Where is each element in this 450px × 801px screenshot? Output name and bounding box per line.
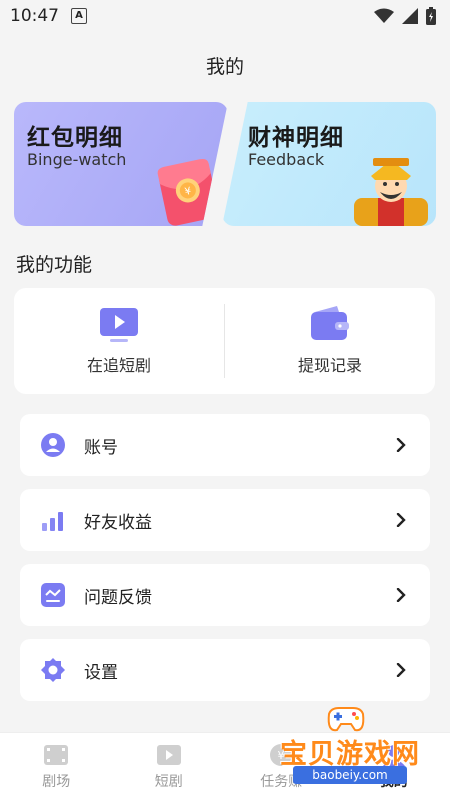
chevron-right-icon — [394, 588, 408, 602]
menu-label: 问题反馈 — [84, 583, 394, 608]
banner-subtitle: Binge-watch — [27, 150, 126, 169]
tab-theater[interactable]: 剧场 — [0, 733, 113, 801]
binge-watching-entry[interactable]: 在追短剧 — [14, 306, 224, 376]
banner-subtitle: Feedback — [248, 150, 324, 169]
menu-item-settings[interactable]: 设置 — [20, 639, 430, 701]
film-icon — [43, 743, 69, 767]
watermark-logo: 宝贝游戏网 baobeiy.com — [275, 704, 425, 784]
battery-icon — [426, 7, 436, 25]
menu-label: 设置 — [84, 658, 394, 683]
tab-short-drama[interactable]: 短剧 — [113, 733, 226, 801]
chevron-right-icon — [394, 663, 408, 677]
wallet-icon — [309, 306, 351, 344]
menu-item-friend-earnings[interactable]: 好友收益 — [20, 489, 430, 551]
signal-icon — [402, 8, 418, 24]
menu-item-feedback[interactable]: 问题反馈 — [20, 564, 430, 626]
tab-label: 剧场 — [42, 771, 70, 791]
watermark-url: baobeiy.com — [293, 766, 407, 784]
function-label: 提现记录 — [298, 352, 362, 376]
status-bar: 10:47 A — [0, 0, 450, 32]
feedback-icon — [40, 582, 66, 608]
section-title: 我的功能 — [16, 250, 92, 277]
tv-play-icon — [98, 306, 140, 344]
menu-label: 账号 — [84, 433, 394, 458]
status-time: 10:47 — [10, 6, 59, 26]
fortune-god-icon — [348, 154, 434, 226]
notification-icon: A — [71, 8, 87, 24]
chevron-right-icon — [394, 438, 408, 452]
tab-label: 短剧 — [155, 771, 183, 791]
menu-item-account[interactable]: 账号 — [20, 414, 430, 476]
gear-icon — [40, 657, 66, 683]
video-icon — [156, 743, 182, 767]
menu-label: 好友收益 — [84, 508, 394, 533]
function-card: 在追短剧 提现记录 — [14, 288, 435, 394]
wifi-icon — [374, 8, 394, 24]
bar-chart-icon — [40, 507, 66, 533]
function-label: 在追短剧 — [87, 352, 151, 376]
banner-title: 红包明细 — [27, 118, 123, 152]
red-envelope-icon: ¥ — [154, 156, 226, 226]
banner-title: 财神明细 — [248, 118, 344, 152]
user-icon — [40, 432, 66, 458]
red-envelope-detail-banner[interactable]: 红包明细 Binge-watch ¥ — [14, 102, 228, 226]
page-title: 我的 — [0, 52, 450, 79]
chevron-right-icon — [394, 513, 408, 527]
gamepad-icon — [323, 704, 369, 734]
fortune-detail-banner[interactable]: 财神明细 Feedback — [222, 102, 436, 226]
withdraw-record-entry[interactable]: 提现记录 — [225, 306, 435, 376]
